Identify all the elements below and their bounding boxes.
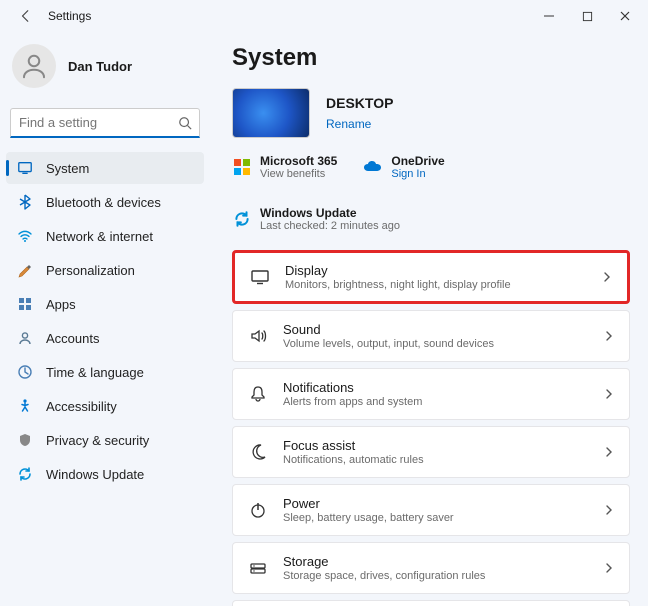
personalization-icon (16, 261, 34, 279)
status-windows-update[interactable]: Windows Update Last checked: 2 minutes a… (232, 206, 400, 232)
nav-system[interactable]: System (6, 152, 204, 184)
chevron-right-icon (601, 271, 613, 283)
chevron-right-icon (603, 388, 615, 400)
row-focus-assist[interactable]: Focus assist Notifications, automatic ru… (232, 426, 630, 478)
status-sub[interactable]: Sign In (391, 168, 444, 180)
status-row: Microsoft 365 View benefits OneDrive Sig… (232, 154, 630, 232)
power-icon (247, 499, 269, 521)
chevron-right-icon (603, 330, 615, 342)
nav: System Bluetooth & devices Network & int… (6, 152, 204, 490)
system-icon (16, 159, 34, 177)
accounts-icon (16, 329, 34, 347)
status-sub: Last checked: 2 minutes ago (260, 220, 400, 232)
device-name: DESKTOP (326, 95, 393, 111)
wifi-icon (16, 227, 34, 245)
row-desc: Sleep, battery usage, battery saver (283, 512, 589, 524)
user-name: Dan Tudor (68, 59, 132, 74)
m365-icon (232, 157, 252, 177)
nav-windows-update[interactable]: Windows Update (6, 458, 204, 490)
clock-icon (16, 363, 34, 381)
search-box[interactable] (10, 108, 200, 138)
moon-icon (247, 441, 269, 463)
nav-label: Personalization (46, 263, 135, 278)
bell-icon (247, 383, 269, 405)
nav-personalization[interactable]: Personalization (6, 254, 204, 286)
accessibility-icon (16, 397, 34, 415)
row-desc: Notifications, automatic rules (283, 454, 589, 466)
row-sound[interactable]: Sound Volume levels, output, input, soun… (232, 310, 630, 362)
row-title: Sound (283, 322, 589, 337)
chevron-right-icon (603, 562, 615, 574)
back-button[interactable] (14, 4, 38, 28)
nav-label: Apps (46, 297, 76, 312)
bluetooth-icon (16, 193, 34, 211)
update-icon (16, 465, 34, 483)
status-sub: View benefits (260, 168, 337, 180)
status-title: Windows Update (260, 206, 400, 220)
nav-accounts[interactable]: Accounts (6, 322, 204, 354)
shield-icon (16, 431, 34, 449)
nav-bluetooth[interactable]: Bluetooth & devices (6, 186, 204, 218)
status-title: Microsoft 365 (260, 154, 337, 168)
device-header: DESKTOP Rename (232, 88, 630, 138)
nav-accessibility[interactable]: Accessibility (6, 390, 204, 422)
status-title: OneDrive (391, 154, 444, 168)
row-storage[interactable]: Storage Storage space, drives, configura… (232, 542, 630, 594)
row-title: Display (285, 263, 587, 278)
row-title: Focus assist (283, 438, 589, 453)
nav-network[interactable]: Network & internet (6, 220, 204, 252)
row-notifications[interactable]: Notifications Alerts from apps and syste… (232, 368, 630, 420)
row-multitasking[interactable]: Multitasking Snap windows, desktops, tas… (232, 600, 630, 606)
user-block[interactable]: Dan Tudor (6, 40, 204, 100)
rename-link[interactable]: Rename (326, 117, 393, 131)
chevron-right-icon (603, 446, 615, 458)
nav-label: Privacy & security (46, 433, 149, 448)
nav-apps[interactable]: Apps (6, 288, 204, 320)
sound-icon (247, 325, 269, 347)
nav-label: Time & language (46, 365, 144, 380)
row-title: Power (283, 496, 589, 511)
nav-label: Network & internet (46, 229, 153, 244)
row-desc: Monitors, brightness, night light, displ… (285, 279, 587, 291)
nav-label: System (46, 161, 89, 176)
nav-privacy[interactable]: Privacy & security (6, 424, 204, 456)
titlebar: Settings (0, 0, 648, 32)
apps-icon (16, 295, 34, 313)
window-title: Settings (48, 9, 530, 23)
update-status-icon (232, 209, 252, 229)
onedrive-icon (363, 157, 383, 177)
status-onedrive[interactable]: OneDrive Sign In (363, 154, 444, 180)
search-input[interactable] (10, 108, 200, 138)
chevron-right-icon (603, 504, 615, 516)
nav-label: Accessibility (46, 399, 117, 414)
main-content: System DESKTOP Rename Microsoft 365 View… (210, 32, 648, 606)
avatar (12, 44, 56, 88)
maximize-button[interactable] (568, 2, 606, 30)
display-icon (249, 266, 271, 288)
close-button[interactable] (606, 2, 644, 30)
settings-list: Display Monitors, brightness, night ligh… (232, 250, 630, 606)
row-desc: Alerts from apps and system (283, 396, 589, 408)
nav-label: Bluetooth & devices (46, 195, 161, 210)
row-power[interactable]: Power Sleep, battery usage, battery save… (232, 484, 630, 536)
page-title: System (232, 44, 630, 72)
sidebar: Dan Tudor System Bluetooth & devices (0, 32, 210, 606)
minimize-button[interactable] (530, 2, 568, 30)
row-desc: Storage space, drives, configuration rul… (283, 570, 589, 582)
storage-icon (247, 557, 269, 579)
nav-label: Accounts (46, 331, 99, 346)
row-display[interactable]: Display Monitors, brightness, night ligh… (232, 250, 630, 304)
row-title: Notifications (283, 380, 589, 395)
nav-label: Windows Update (46, 467, 144, 482)
status-m365[interactable]: Microsoft 365 View benefits (232, 154, 337, 180)
row-desc: Volume levels, output, input, sound devi… (283, 338, 589, 350)
device-thumbnail (232, 88, 310, 138)
nav-time[interactable]: Time & language (6, 356, 204, 388)
row-title: Storage (283, 554, 589, 569)
